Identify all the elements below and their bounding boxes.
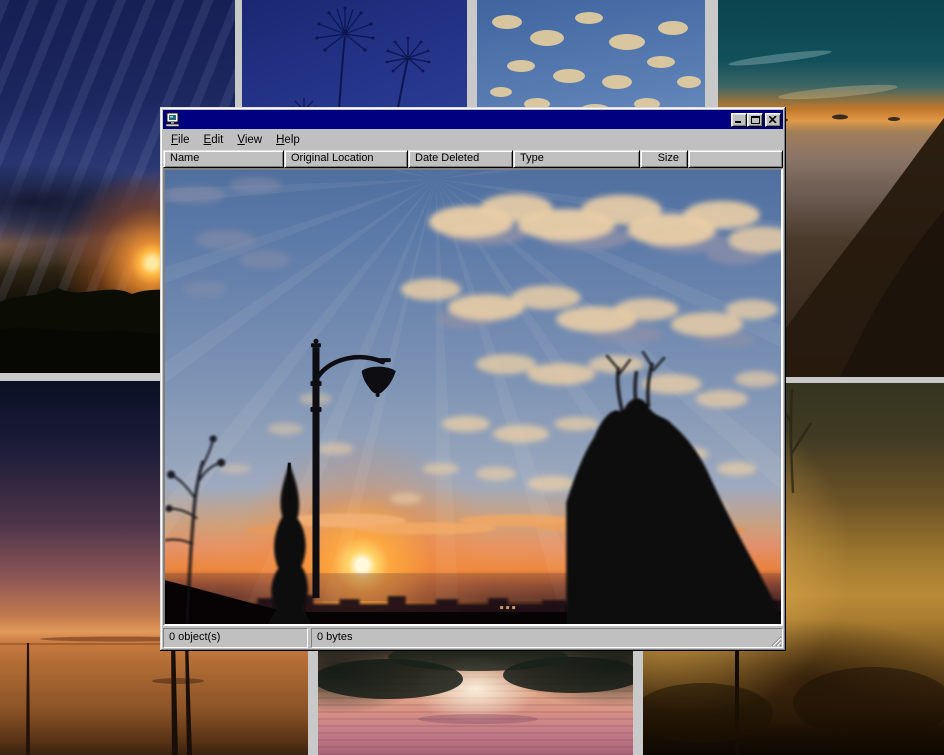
status-bytes: 0 bytes <box>317 631 352 643</box>
column-header-size[interactable]: Size <box>640 150 688 168</box>
recycle-bin-window: File Edit View Help Name Original Locati… <box>160 107 786 651</box>
minimize-icon <box>735 116 743 123</box>
window-titlebar[interactable] <box>163 110 783 129</box>
close-button[interactable] <box>765 113 781 127</box>
menu-view[interactable]: View <box>230 132 269 149</box>
column-header-name[interactable]: Name <box>163 150 284 168</box>
menu-help[interactable]: Help <box>269 132 307 149</box>
sunset-photo-overlay <box>165 170 781 624</box>
menu-bar: File Edit View Help <box>163 129 783 150</box>
menu-edit[interactable]: Edit <box>197 132 231 149</box>
resize-grip-icon[interactable] <box>769 634 782 647</box>
computer-icon <box>165 112 181 127</box>
maximize-icon <box>751 116 760 124</box>
column-header-type[interactable]: Type <box>513 150 640 168</box>
status-bytes-panel: 0 bytes <box>311 628 783 648</box>
sunset-photo-background <box>165 170 781 624</box>
window-controls <box>731 113 781 127</box>
file-list-area[interactable] <box>163 168 783 626</box>
column-header-original-location[interactable]: Original Location <box>284 150 408 168</box>
menu-file[interactable]: File <box>164 132 197 149</box>
column-header-date-deleted[interactable]: Date Deleted <box>408 150 513 168</box>
close-icon <box>769 116 777 123</box>
minimize-button[interactable] <box>731 113 747 127</box>
maximize-button[interactable] <box>747 113 763 127</box>
column-headers: Name Original Location Date Deleted Type… <box>163 150 783 168</box>
status-bar: 0 object(s) 0 bytes <box>163 628 783 648</box>
street-lamp-silhouette <box>310 339 395 598</box>
column-header-filler <box>688 150 783 168</box>
status-objects: 0 object(s) <box>163 628 308 648</box>
